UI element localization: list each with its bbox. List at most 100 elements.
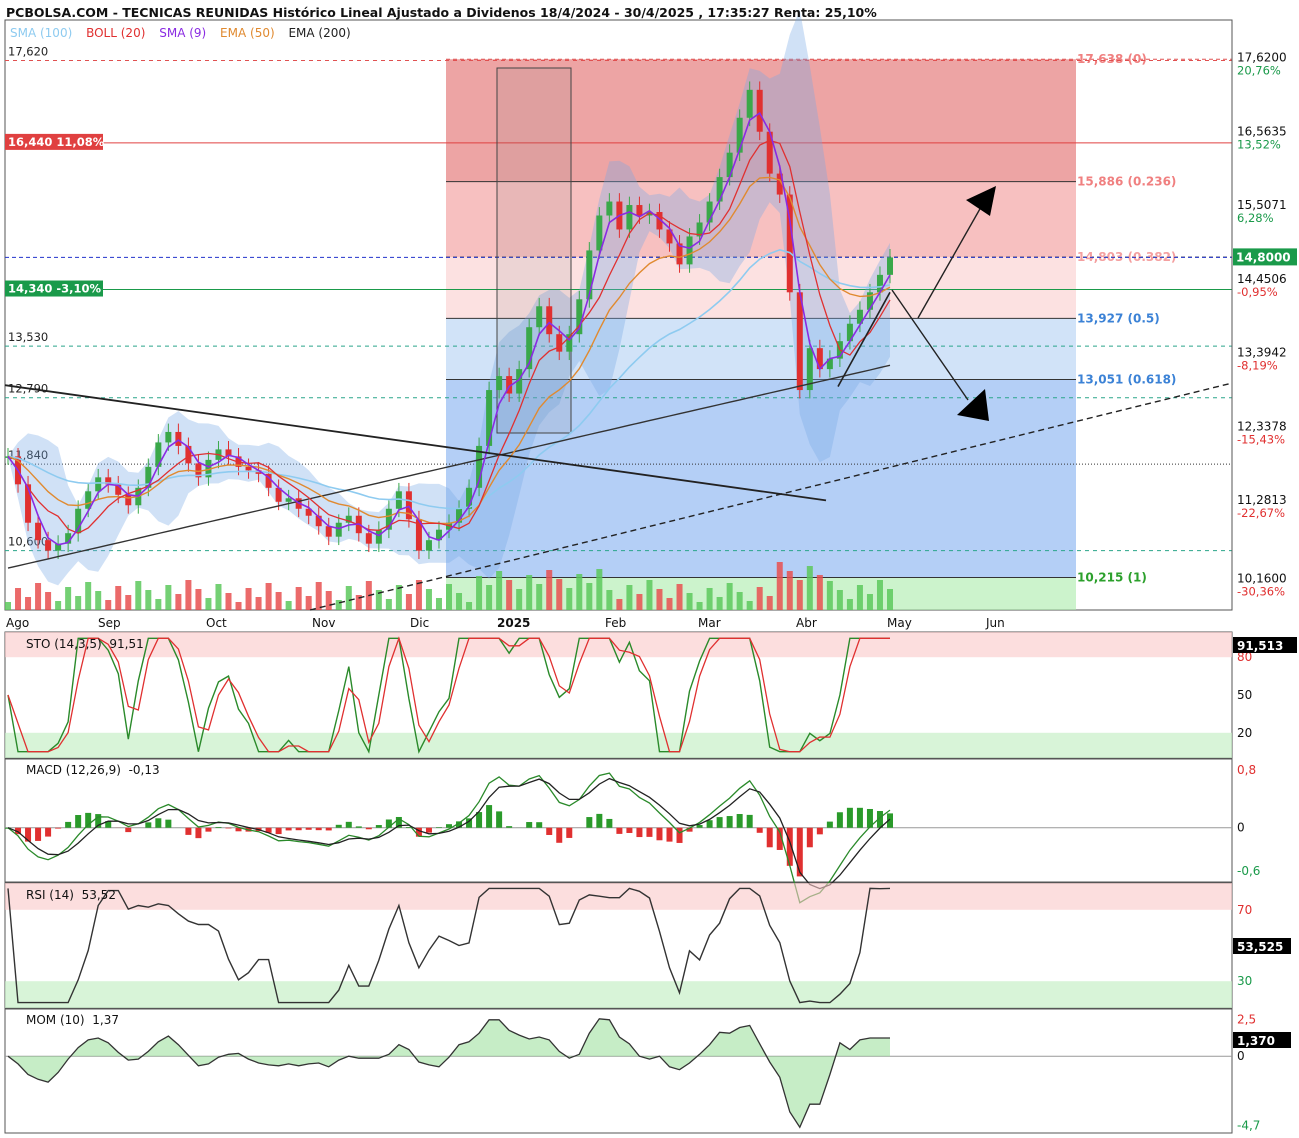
volume-bar [656,589,663,610]
macd-histogram-bar [375,825,382,828]
macd-histogram-bar [826,821,833,828]
volume-bar [315,582,322,610]
volume-bar [766,596,773,610]
candle-body [375,529,382,544]
mom-positive-area [8,1018,890,1128]
volume-bar [215,584,222,610]
fib-label-3: 13,927 (0.5) [1077,311,1160,325]
macd-histogram-bar [35,827,42,841]
fib-label-1: 15,886 (0.236) [1077,175,1176,189]
volume-bar [686,593,693,610]
macd-tick: 0 [1237,821,1245,835]
volume-bar [466,602,473,610]
volume-bar [235,602,242,610]
volume-bar [856,585,863,610]
volume-bar [866,594,873,610]
volume-bar [696,602,703,610]
indicator-panel-frame [4,1008,1233,1134]
volume-bar [726,583,733,610]
macd-histogram-bar [646,827,653,837]
macd-label: MACD (12,26,9) -0,13 [26,763,160,777]
x-tick-label: Oct [206,616,227,630]
candle-body [887,257,893,275]
volume-bar [125,595,132,610]
volume-bar [566,588,573,610]
mom-tick: 0 [1237,1049,1245,1063]
volume-bar [25,597,32,610]
volume-bar [275,592,282,610]
pct-tick-label: -15,43% [1237,432,1285,446]
indicator-legend: SMA (100) BOLL (20) SMA (9) EMA (50) EMA… [10,26,361,40]
macd-histogram-bar [295,827,302,831]
pct-tick-label: 20,76% [1237,63,1281,77]
volume-bar [846,599,853,610]
volume-bar [776,562,783,610]
macd-histogram-bar [155,818,162,828]
volume-bar [446,584,452,610]
sto-oversold-zone [5,732,1232,758]
macd-histogram-bar [566,827,573,838]
candle-body [596,215,603,251]
volume-bar [826,581,833,610]
price-tick-label: 12,3378 [1237,419,1287,433]
macd-histogram-bar [435,827,442,828]
fib-label-5: 10,215 (1) [1077,571,1147,585]
volume-bar [205,598,212,610]
volume-bar [646,580,653,610]
macd-histogram-bar [185,827,192,835]
macd-histogram-bar [325,827,332,831]
level-label-0: 17,620 [8,44,48,58]
price-tick-label: 16,5635 [1237,124,1287,138]
macd-histogram-bar [335,824,342,828]
volume-bar [887,589,893,610]
legend-sma100: SMA (100) [10,26,73,40]
macd-tick: -0,6 [1237,864,1260,878]
macd-histogram-bar [215,826,222,828]
macd-histogram-bar [275,827,282,835]
volume-bar [265,583,272,610]
macd-histogram-bar [626,827,633,833]
volume-bar [415,580,422,610]
x-tick-label: Abr [796,616,817,630]
macd-histogram-bar [766,827,773,848]
pct-tick-label: 6,28% [1237,211,1274,225]
candle-body [245,466,252,471]
candle-body [606,201,613,216]
volume-bar [786,571,793,610]
volume-bar [836,590,843,610]
volume-bar [65,587,72,610]
macd-histogram-bar [205,827,212,832]
volume-bar [35,583,42,610]
volume-bar [806,566,813,610]
candle-body [285,498,292,502]
volume-bar [816,575,823,610]
macd-histogram-bar [55,827,62,829]
volume-bar [556,579,563,610]
rsi-tick: 30 [1237,974,1252,988]
mom-tick: -4,7 [1237,1119,1260,1133]
macd-histogram-bar [345,821,352,828]
candle-body [746,89,753,118]
candle-body [365,533,372,544]
volume-bar [325,591,332,610]
macd-histogram-bar [796,827,803,877]
volume-bar [155,599,162,610]
macd-histogram-bar [506,826,513,828]
x-tick-label: Ago [6,616,29,630]
price-tick-label: 17,6200 [1237,50,1287,64]
indicator-panel-frame [4,758,1233,883]
macd-histogram-bar [716,817,723,828]
volume-bar [115,586,122,610]
rsi-oversold-zone [5,981,1232,1008]
volume-bar [676,584,683,610]
macd-histogram-bar [806,827,813,848]
macd-histogram-bar [45,827,52,837]
volume-bar [796,580,803,610]
macd-histogram-bar [315,827,322,831]
macd-tick: 0,8 [1237,763,1256,777]
volume-bar [716,597,723,610]
candle-body [636,205,643,216]
x-tick-label: Jun [985,616,1005,630]
candle-body [556,334,563,352]
rsi-overbought-zone [5,883,1232,910]
